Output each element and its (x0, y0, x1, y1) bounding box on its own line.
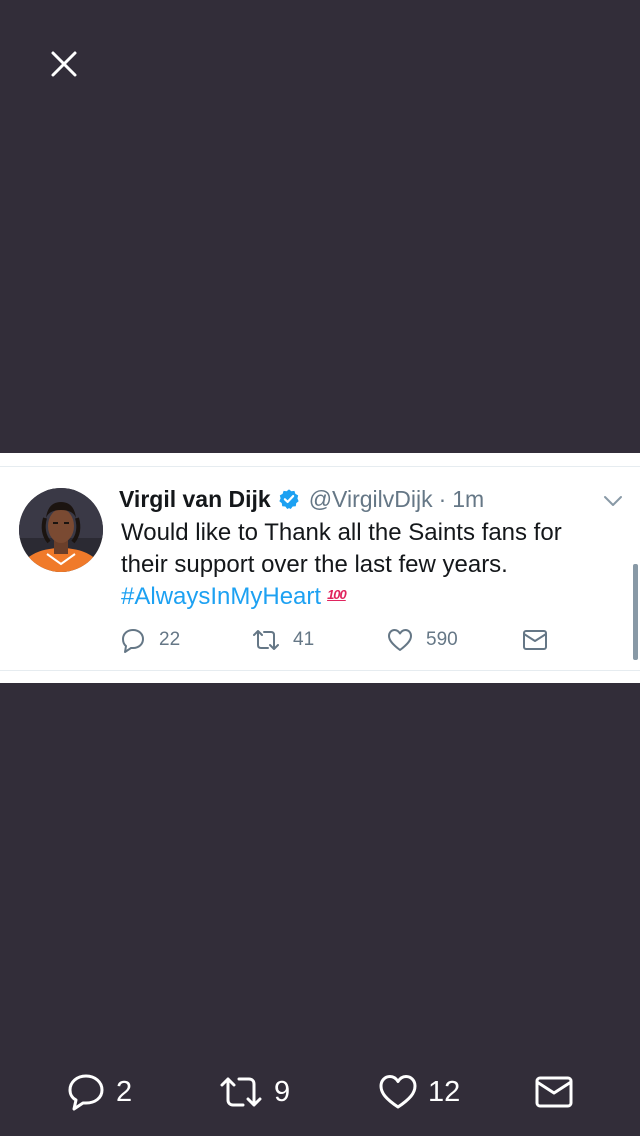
chevron-down-icon (604, 496, 622, 506)
hundred-points-emoji: 100 (327, 586, 347, 602)
tweet-action-bar: 22 41 590 (119, 625, 559, 655)
reply-icon (68, 1074, 104, 1111)
tweet-text: Would like to Thank all the Saints fans … (121, 517, 621, 614)
divider (0, 670, 640, 671)
envelope-icon (523, 630, 547, 650)
tweet-timestamp[interactable]: 1m (452, 486, 484, 513)
tweet-header: Virgil van Dijk @VirgilvDijk · 1m (119, 483, 484, 515)
tweet-text-line: their support over the last few years. (121, 551, 508, 578)
like-button[interactable]: 12 (378, 1072, 460, 1112)
reply-button[interactable]: 22 (119, 625, 180, 655)
retweet-count: 41 (293, 629, 315, 650)
tweet-options-button[interactable] (601, 489, 625, 513)
close-icon (51, 51, 77, 77)
tweet-text-line: Would like to Thank all the Saints fans … (121, 519, 562, 546)
display-name[interactable]: Virgil van Dijk (119, 486, 271, 513)
media-viewer-screen: Virgil van Dijk @VirgilvDijk · 1m Would … (0, 0, 640, 1136)
reply-icon (122, 629, 144, 653)
avatar-image (19, 488, 103, 572)
heart-icon (379, 1075, 417, 1109)
like-button[interactable]: 590 (386, 625, 458, 655)
embedded-tweet-card[interactable]: Virgil van Dijk @VirgilvDijk · 1m Would … (0, 453, 640, 683)
share-dm-button[interactable] (534, 1072, 574, 1112)
like-count: 12 (428, 1075, 461, 1108)
heart-icon (388, 629, 412, 651)
avatar[interactable] (19, 488, 103, 572)
close-button[interactable] (44, 44, 84, 84)
user-handle[interactable]: @VirgilvDijk (309, 486, 433, 513)
media-action-bar: 2 9 12 (0, 1060, 640, 1124)
retweet-count: 9 (274, 1075, 291, 1108)
share-dm-button[interactable] (521, 625, 549, 655)
reply-count: 2 (116, 1075, 133, 1108)
retweet-button[interactable]: 9 (218, 1072, 290, 1112)
retweet-icon (220, 1077, 262, 1107)
reply-count: 22 (159, 629, 181, 650)
envelope-icon (535, 1076, 573, 1108)
separator-dot: · (438, 485, 447, 512)
reply-button[interactable]: 2 (66, 1072, 132, 1112)
retweet-button[interactable]: 41 (251, 625, 314, 655)
like-count: 590 (426, 629, 458, 650)
divider (0, 466, 640, 467)
hashtag-link[interactable]: #AlwaysInMyHeart (121, 583, 321, 610)
scrollbar[interactable] (633, 564, 638, 660)
verified-badge-icon (278, 488, 300, 510)
retweet-icon (253, 630, 279, 650)
